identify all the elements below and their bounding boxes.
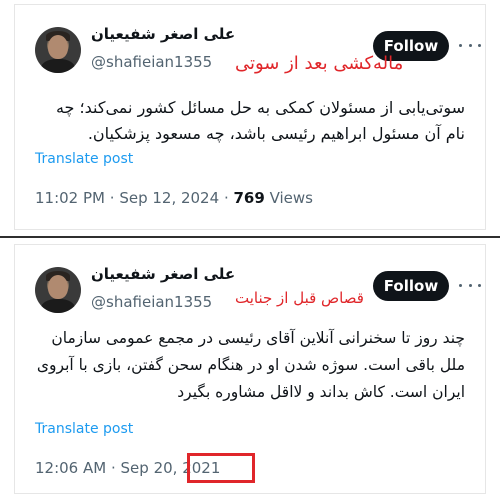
tweet-card: علی اصغر شفیعیان @shafieian1355 Follow م… [14, 4, 486, 230]
avatar[interactable] [35, 27, 81, 73]
divider [0, 236, 500, 238]
author-name[interactable]: علی اصغر شفیعیان [91, 25, 235, 43]
views-count: 769 [233, 189, 265, 207]
more-options-icon[interactable] [459, 35, 481, 55]
avatar-face [48, 35, 68, 59]
avatar-shirt [41, 59, 75, 73]
avatar[interactable] [35, 267, 81, 313]
views-label: Views [269, 189, 313, 207]
tweet-time[interactable]: 12:06 AM [35, 459, 106, 477]
follow-button[interactable]: Follow [373, 271, 449, 301]
tweet-text: چند روز تا سخنرانی آنلاین آقای رئیسی در … [36, 329, 465, 401]
avatar-face [48, 275, 68, 299]
separator-dot: · [109, 189, 120, 207]
translate-post-link[interactable]: Translate post [35, 151, 133, 167]
translate-post-link[interactable]: Translate post [35, 421, 133, 437]
author-handle[interactable]: @shafieian1355 [91, 293, 212, 311]
tweet-card: علی اصغر شفیعیان @shafieian1355 Follow ق… [14, 244, 486, 494]
tweet-date[interactable]: Sep 12, 2024 [119, 189, 219, 207]
annotation-text: قصاص قبل از جنایت [235, 289, 364, 307]
more-options-icon[interactable] [459, 275, 481, 295]
separator-dot: · [110, 459, 121, 477]
tweet-time[interactable]: 11:02 PM [35, 189, 105, 207]
avatar-shirt [41, 299, 75, 313]
author-name[interactable]: علی اصغر شفیعیان [91, 265, 235, 283]
highlight-box [187, 453, 255, 483]
tweet-meta: 11:02 PM · Sep 12, 2024 · 769 Views [35, 189, 313, 207]
tweet-text: سوتی‌یابی از مسئولان کمکی به حل مسائل کش… [55, 98, 465, 143]
author-handle[interactable]: @shafieian1355 [91, 53, 212, 71]
annotation-text: ماله‌کشی بعد از سوتی [235, 53, 404, 74]
